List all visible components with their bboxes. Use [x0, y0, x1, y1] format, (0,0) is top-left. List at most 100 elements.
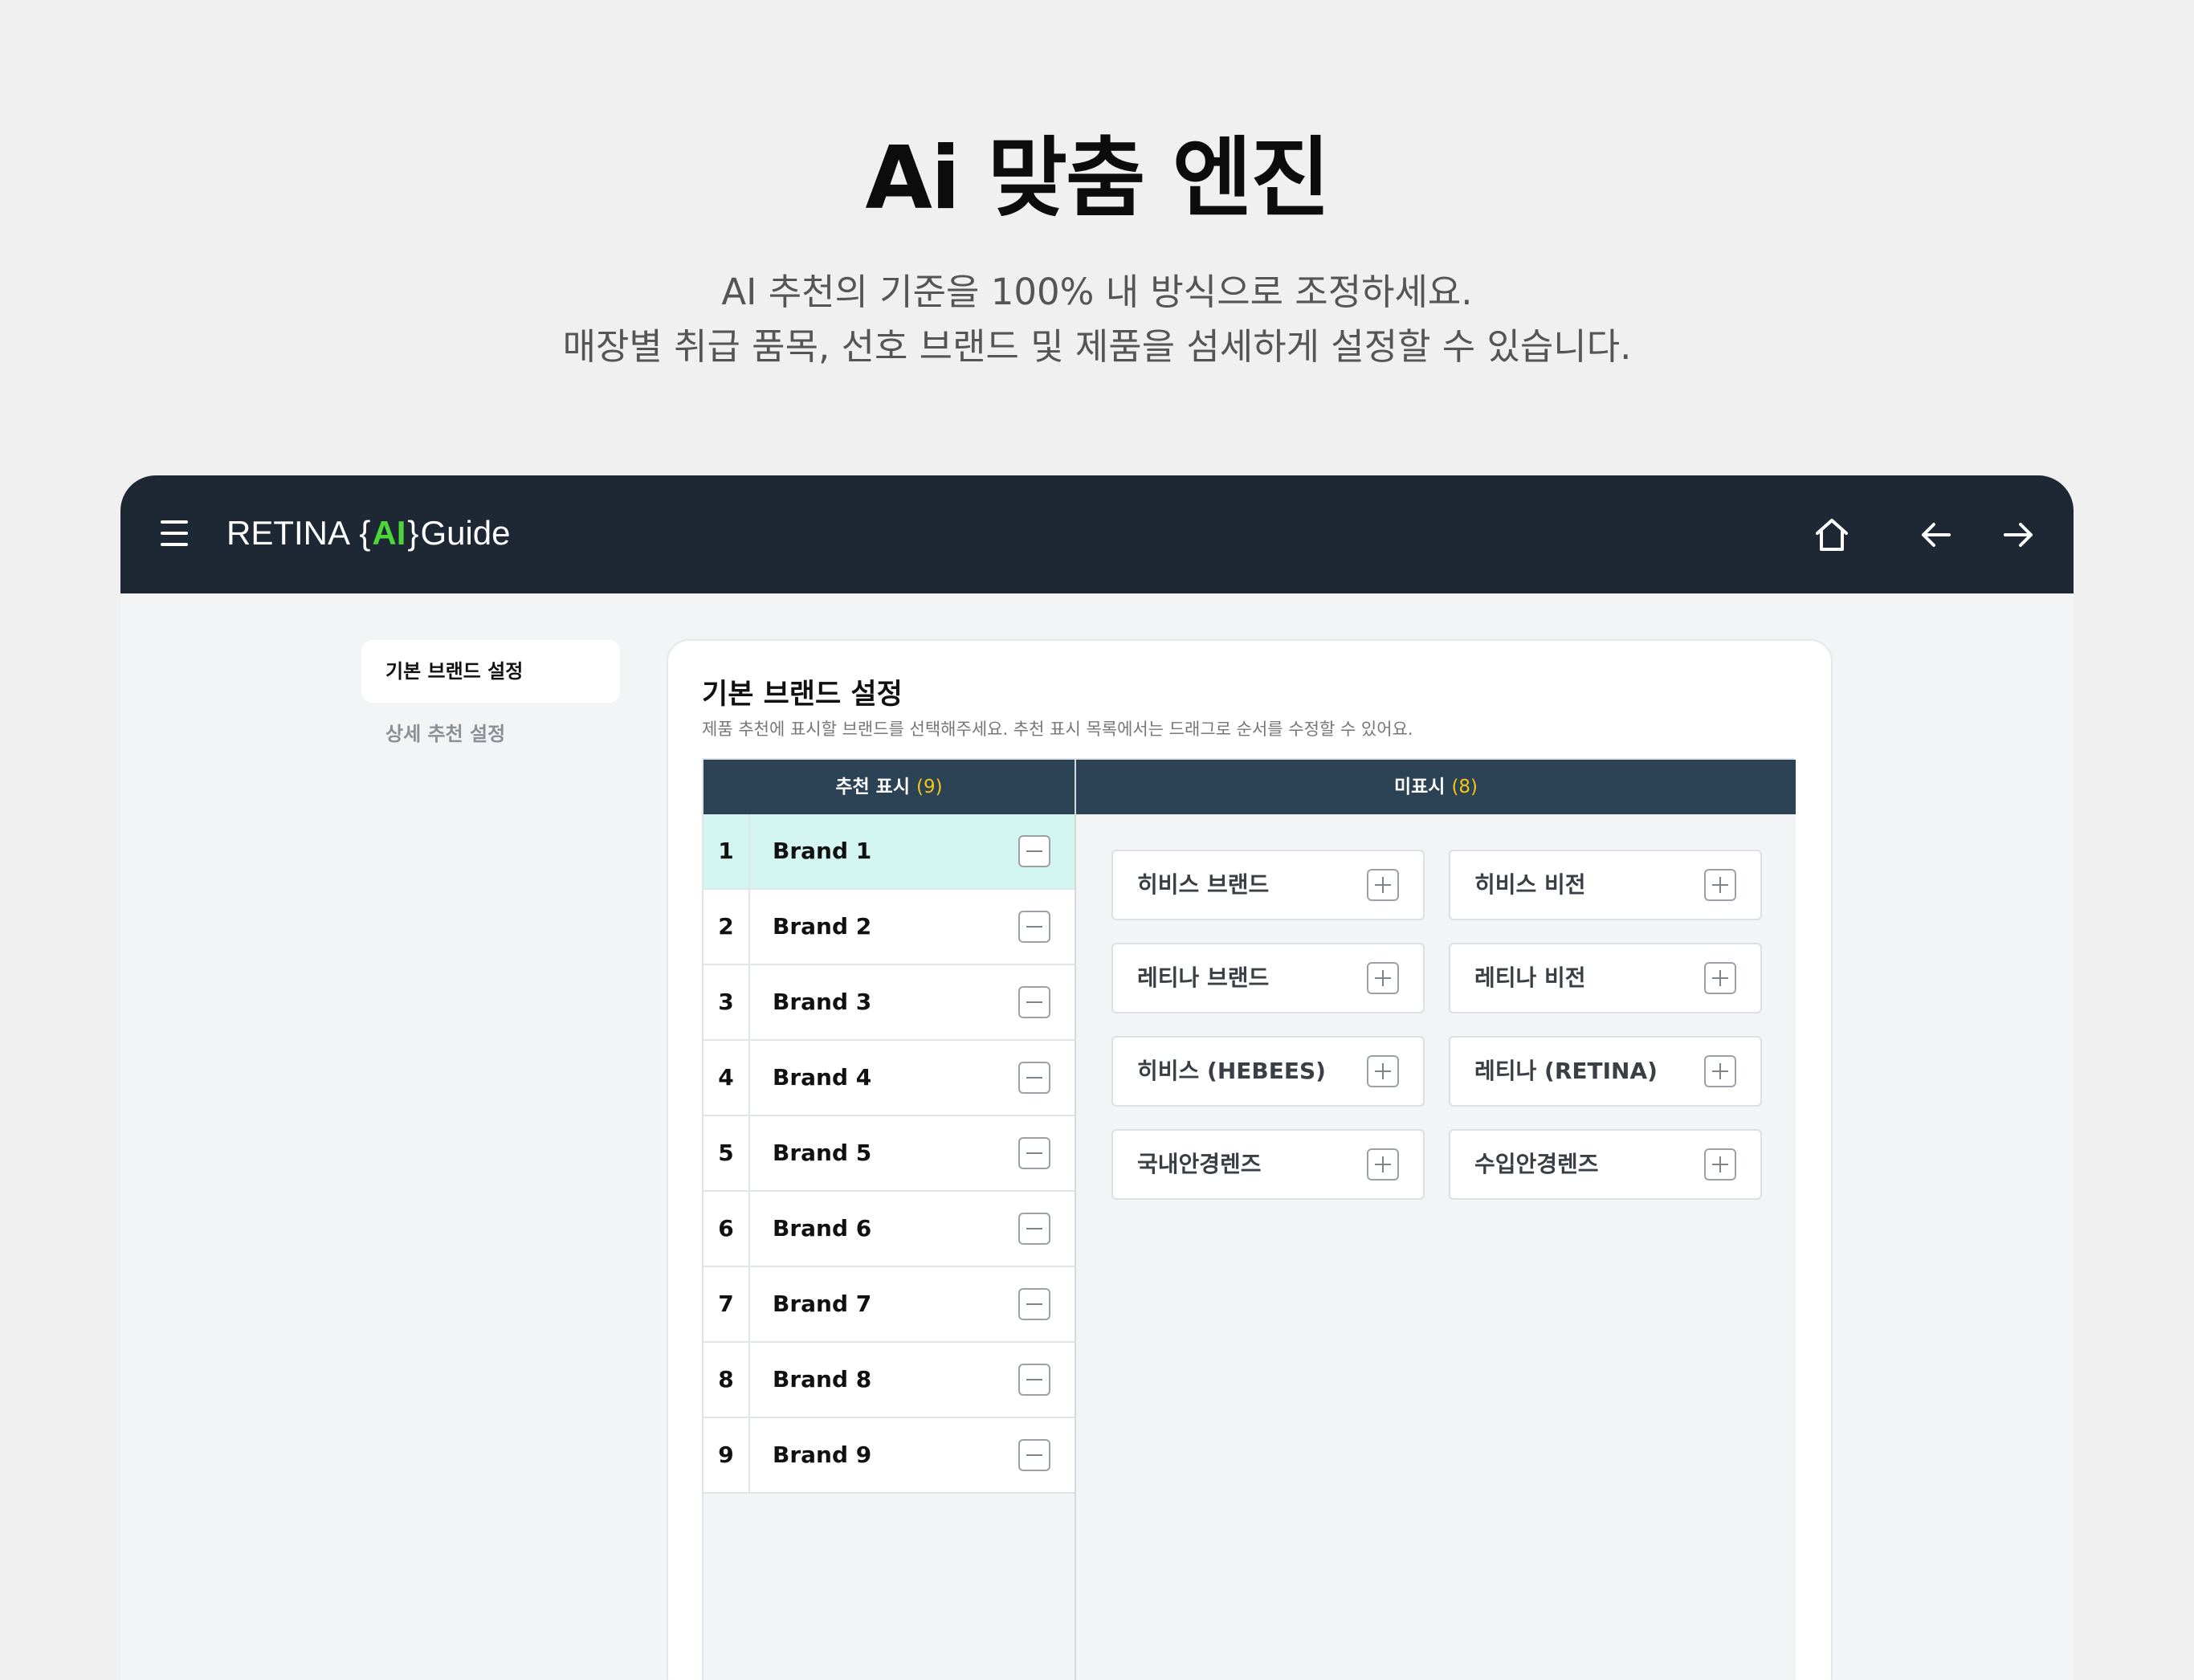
chip-label: 수입안경렌즈 [1474, 1151, 1599, 1177]
brand-name: Brand 7 [773, 1291, 872, 1317]
row-number: 1 [703, 814, 750, 888]
brand-name: Brand 1 [773, 838, 872, 864]
plus-icon-vertical [1719, 877, 1721, 893]
table-row[interactable]: 3 Brand 3 [703, 965, 1075, 1041]
remove-brand-button[interactable] [1018, 1288, 1050, 1320]
arrow-left-icon[interactable] [1912, 511, 1960, 559]
brand-name: Brand 9 [773, 1441, 872, 1468]
minus-icon [1026, 1303, 1042, 1305]
remove-brand-button[interactable] [1018, 1062, 1050, 1094]
remove-brand-button[interactable] [1018, 835, 1050, 867]
add-brand-button[interactable] [1704, 1055, 1736, 1087]
plus-icon-vertical [1382, 877, 1384, 893]
logo-ai: AI [372, 514, 406, 552]
hidden-brand-chip[interactable]: 국내안경렌즈 [1111, 1129, 1425, 1200]
chip-label: 히비스 비전 [1474, 871, 1586, 898]
chip-label: 히비스 (HEBEES) [1137, 1058, 1326, 1084]
hidden-brand-chip[interactable]: 히비스 비전 [1449, 850, 1762, 920]
brand-settings-panel: 기본 브랜드 설정 제품 추천에 표시할 브랜드를 선택해주세요. 추천 표시 … [667, 639, 1833, 1680]
menu-icon[interactable] [161, 517, 188, 549]
hidden-brand-chip[interactable]: 레티나 비전 [1449, 943, 1762, 1013]
hidden-brand-chip[interactable]: 히비스 브랜드 [1111, 850, 1425, 920]
table-row[interactable]: 7 Brand 7 [703, 1267, 1075, 1343]
table-row[interactable]: 8 Brand 8 [703, 1343, 1075, 1418]
remove-brand-button[interactable] [1018, 1213, 1050, 1245]
minus-icon [1026, 1152, 1042, 1154]
logo-suffix: Guide [420, 514, 511, 552]
row-number: 6 [703, 1192, 750, 1266]
add-brand-button[interactable] [1704, 962, 1736, 994]
row-number: 3 [703, 965, 750, 1039]
arrow-right-icon[interactable] [1994, 511, 2042, 559]
row-number: 7 [703, 1267, 750, 1341]
table-row[interactable]: 1 Brand 1 [703, 814, 1075, 890]
hero-subtitle-line2: 매장별 취급 품목, 선호 브랜드 및 제품을 섬세하게 설정할 수 있습니다. [562, 325, 1632, 368]
minus-icon [1026, 850, 1042, 852]
minus-icon [1026, 1379, 1042, 1380]
home-icon[interactable] [1808, 511, 1856, 559]
chip-label: 레티나 브랜드 [1137, 964, 1270, 991]
plus-icon-vertical [1719, 1156, 1721, 1172]
shown-column-header: 추천 표시 (9) [703, 760, 1075, 814]
brand-name: Brand 6 [773, 1215, 872, 1242]
chip-label: 레티나 (RETINA) [1474, 1058, 1658, 1084]
brand-table: 추천 표시 (9) 1 Brand 1 2 Brand 2 3 Brand 3 4 Brand… [702, 758, 1796, 1680]
hidden-brand-chip[interactable]: 레티나 브랜드 [1111, 943, 1425, 1013]
add-brand-button[interactable] [1704, 1148, 1736, 1180]
remove-brand-button[interactable] [1018, 986, 1050, 1018]
shown-header-label: 추천 표시 [835, 777, 911, 797]
minus-icon [1026, 1228, 1042, 1229]
row-number: 9 [703, 1418, 750, 1492]
shown-count: (9) [916, 777, 943, 797]
add-brand-button[interactable] [1367, 962, 1399, 994]
remove-brand-button[interactable] [1018, 1364, 1050, 1396]
shown-column: 추천 표시 (9) 1 Brand 1 2 Brand 2 3 Brand 3 4 Brand… [703, 760, 1076, 1680]
panel-description: 제품 추천에 표시할 브랜드를 선택해주세요. 추천 표시 목록에서는 드래그로… [702, 720, 1413, 739]
brand-name: Brand 3 [773, 989, 872, 1015]
plus-icon-vertical [1382, 970, 1384, 986]
add-brand-button[interactable] [1704, 869, 1736, 901]
brand-name: Brand 5 [773, 1140, 872, 1166]
brand-name: Brand 8 [773, 1366, 872, 1393]
logo-brace-open: { [359, 514, 371, 552]
hidden-column: 미표시 (8) 히비스 브랜드 히비스 비전레티나 브랜드 레티나 비전히비스 (H… [1076, 760, 1796, 1680]
table-row[interactable]: 6 Brand 6 [703, 1192, 1075, 1267]
remove-brand-button[interactable] [1018, 1137, 1050, 1169]
table-row[interactable]: 9 Brand 9 [703, 1418, 1075, 1494]
app-logo: RETINA {AI}Guide [226, 509, 511, 557]
hero-title: Ai 맞춤 엔진 [865, 128, 1330, 229]
hidden-header-label: 미표시 [1393, 777, 1446, 797]
minus-icon [1026, 1001, 1042, 1003]
logo-brace-close: } [407, 514, 419, 552]
plus-icon-vertical [1719, 1063, 1721, 1079]
sidebar-item-basic-brand[interactable]: 기본 브랜드 설정 [361, 640, 620, 703]
brand-name: Brand 4 [773, 1064, 872, 1091]
hidden-count: (8) [1451, 777, 1478, 797]
table-row[interactable]: 5 Brand 5 [703, 1116, 1075, 1192]
row-number: 2 [703, 890, 750, 964]
panel-title: 기본 브랜드 설정 [702, 679, 903, 711]
table-row[interactable]: 4 Brand 4 [703, 1041, 1075, 1116]
remove-brand-button[interactable] [1018, 911, 1050, 943]
brand-name: Brand 2 [773, 913, 872, 940]
hidden-brand-chip[interactable]: 수입안경렌즈 [1449, 1129, 1762, 1200]
minus-icon [1026, 1077, 1042, 1079]
sidebar-item-detail-recommend[interactable]: 상세 추천 설정 [361, 703, 620, 765]
row-number: 8 [703, 1343, 750, 1417]
add-brand-button[interactable] [1367, 869, 1399, 901]
logo-prefix: RETINA [226, 514, 349, 552]
hidden-brand-chip[interactable]: 히비스 (HEBEES) [1111, 1036, 1425, 1107]
minus-icon [1026, 1454, 1042, 1456]
app-window: RETINA {AI}Guide 기본 브랜드 설정 상세 추천 설정 기본 브… [120, 475, 2074, 1680]
chip-label: 히비스 브랜드 [1137, 871, 1270, 898]
row-number: 4 [703, 1041, 750, 1115]
remove-brand-button[interactable] [1018, 1439, 1050, 1471]
chip-label: 레티나 비전 [1474, 964, 1586, 991]
table-row[interactable]: 2 Brand 2 [703, 890, 1075, 965]
plus-icon-vertical [1719, 970, 1721, 986]
sidebar: 기본 브랜드 설정 상세 추천 설정 [361, 640, 620, 765]
add-brand-button[interactable] [1367, 1055, 1399, 1087]
add-brand-button[interactable] [1367, 1148, 1399, 1180]
hidden-brand-chip[interactable]: 레티나 (RETINA) [1449, 1036, 1762, 1107]
hidden-column-header: 미표시 (8) [1076, 760, 1796, 814]
